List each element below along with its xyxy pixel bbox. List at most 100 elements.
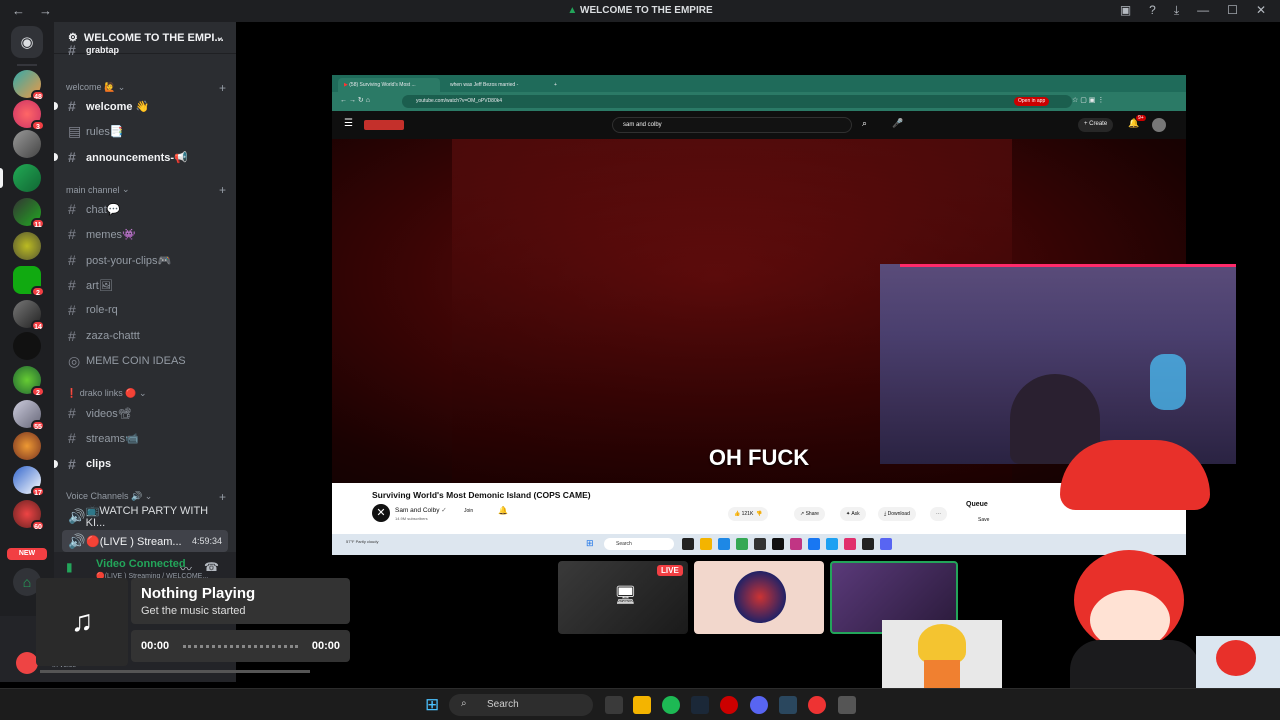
channel-avatar[interactable]: ✕: [372, 504, 390, 522]
channel-name[interactable]: Sam and Colby ✓: [395, 506, 447, 514]
channel-memes[interactable]: # memes👾: [62, 223, 228, 245]
microphone-icon: [1150, 354, 1186, 410]
join-button[interactable]: Join: [464, 508, 473, 514]
channel-streams[interactable]: # streams📹: [62, 427, 228, 449]
add-channel-icon[interactable]: +: [219, 183, 226, 197]
queue-label[interactable]: Queue: [966, 501, 988, 508]
disconnect-icon[interactable]: ☎: [204, 560, 219, 574]
progress-track[interactable]: [183, 645, 298, 648]
create-button[interactable]: + Create: [1078, 118, 1114, 132]
task-view-icon[interactable]: [605, 696, 623, 714]
browser-tab-search[interactable]: when was Jeff Bezos married -: [444, 78, 544, 92]
notification-count: 9+: [1136, 115, 1146, 121]
more-actions-button[interactable]: ⋯: [930, 507, 947, 521]
steam-icon[interactable]: [779, 696, 797, 714]
now-playing-subtitle: Get the music started: [141, 605, 246, 617]
server-icon[interactable]: [13, 130, 41, 158]
volume-bar: [40, 670, 310, 673]
server-icon[interactable]: [13, 432, 41, 460]
server-icon[interactable]: 2: [13, 266, 45, 297]
server-icon[interactable]: 3: [13, 100, 45, 131]
stream-thumbnail[interactable]: [694, 561, 824, 634]
channel-chat[interactable]: # chat💬: [62, 198, 228, 220]
channel-announcements[interactable]: # announcements-📢: [62, 146, 228, 168]
help-icon[interactable]: ?: [1149, 3, 1156, 18]
bell-icon[interactable]: 🔔: [498, 506, 508, 515]
save-button[interactable]: Save: [978, 517, 989, 523]
chrome-icon[interactable]: [808, 696, 826, 714]
channel-welcome[interactable]: # welcome 👋: [62, 95, 228, 117]
url-input[interactable]: youtube.com/watch?v=OM_oPVD80k4: [402, 95, 1072, 108]
server-icon[interactable]: 2: [13, 366, 45, 397]
add-channel-icon[interactable]: +: [219, 81, 226, 95]
microphone-icon[interactable]: 🎤: [892, 118, 903, 129]
steam-icon[interactable]: [691, 696, 709, 714]
speaker-icon: 🔊: [68, 507, 86, 524]
hash-icon: #: [68, 328, 76, 344]
channel-clips[interactable]: # clips: [62, 453, 228, 475]
voice-channel-live-stream[interactable]: 🔊 🔴(LIVE ) Stream... 4:59:34: [62, 530, 228, 552]
server-icon[interactable]: 60: [13, 500, 45, 531]
file-explorer-icon[interactable]: [633, 696, 651, 714]
server-icon[interactable]: 14: [13, 300, 45, 331]
app-icon[interactable]: [838, 696, 856, 714]
taskbar-search[interactable]: ⌕ Search: [449, 694, 593, 716]
channel-meme-coin-ideas[interactable]: ◎ MEME COIN IDEAS: [62, 350, 228, 372]
signal-icon: ▮: [66, 560, 73, 574]
close-button[interactable]: ✕: [1256, 3, 1266, 18]
discord-home-icon[interactable]: ◉: [11, 26, 43, 58]
inbox-icon[interactable]: ▣: [1120, 3, 1131, 18]
download-button[interactable]: ⤓ Download: [878, 507, 916, 521]
address-bar-row: ← → ↻ ⌂ youtube.com/watch?v=OM_oPVD80k4 …: [332, 92, 1186, 111]
voice-channel-watch-party[interactable]: 🔊 📺WATCH PARTY WITH KI...: [62, 505, 228, 529]
download-icon[interactable]: ⤓: [1174, 3, 1179, 18]
category-main[interactable]: main channel ⌄ +: [66, 183, 226, 197]
minimize-button[interactable]: —: [1197, 3, 1209, 18]
noise-suppression-icon[interactable]: 〰: [180, 560, 192, 577]
channel-post-your-clips[interactable]: # post-your-clips🎮: [62, 249, 228, 271]
opera-icon[interactable]: [720, 696, 738, 714]
category-drako-links[interactable]: ❗ drako links 🔴 ⌄: [66, 388, 226, 399]
ask-button[interactable]: ✦ Ask: [840, 507, 866, 521]
discord-icon[interactable]: [750, 696, 768, 714]
menu-icon[interactable]: ☰: [344, 118, 353, 129]
server-icon[interactable]: [13, 164, 41, 192]
add-channel-icon[interactable]: +: [219, 490, 226, 504]
avatar[interactable]: [1152, 118, 1166, 132]
browser-tab-youtube[interactable]: ▶ (58) Surviving World's Most ...: [338, 78, 440, 92]
maximize-button[interactable]: ☐: [1227, 3, 1238, 18]
youtube-logo[interactable]: [364, 120, 404, 130]
windows-start-icon[interactable]: ⊞: [586, 538, 594, 549]
channel-rules[interactable]: ▤ rules📑: [62, 120, 228, 142]
search-icon[interactable]: ⌕: [862, 118, 867, 129]
avatar[interactable]: [16, 652, 38, 674]
server-icon[interactable]: [13, 232, 41, 260]
channel-zaza-chattt[interactable]: # zaza-chattt: [62, 325, 228, 347]
inner-search[interactable]: Search: [604, 538, 674, 550]
spotify-icon[interactable]: [662, 696, 680, 714]
inner-app-icons: [682, 538, 932, 550]
share-button[interactable]: ↗ Share: [794, 507, 825, 521]
windows-start-icon[interactable]: ⊞: [425, 695, 439, 715]
server-icon[interactable]: 48: [13, 70, 45, 101]
channel-art[interactable]: # art🖼: [62, 274, 228, 296]
channel-videos[interactable]: # videos📽: [62, 402, 228, 424]
weather-widget[interactable]: 57°F Partly cloudy: [346, 539, 406, 544]
open-in-app-button[interactable]: Open in app: [1014, 97, 1050, 106]
channel-grabtap[interactable]: # grabtap: [62, 42, 228, 58]
category-welcome[interactable]: welcome 🙋 ⌄ +: [66, 81, 226, 95]
new-tab-button[interactable]: +: [548, 78, 560, 92]
server-icon[interactable]: 11: [13, 198, 45, 229]
server-icon[interactable]: 17: [13, 466, 45, 497]
channel-role-rq[interactable]: # role-rq: [62, 299, 228, 321]
screen-share-icon: 🖥: [614, 585, 637, 605]
server-icon[interactable]: 55: [13, 400, 45, 431]
music-note-icon: ♫: [36, 578, 128, 666]
browser-nav-icons[interactable]: ← → ↻ ⌂: [340, 96, 370, 104]
youtube-search-input[interactable]: sam and colby: [612, 117, 852, 133]
server-icon[interactable]: [13, 332, 41, 360]
category-voice-channels[interactable]: Voice Channels 🔊 ⌄ +: [66, 490, 226, 504]
browser-toolbar-icons[interactable]: ☆ ▢ ▣ ⋮: [1072, 96, 1104, 104]
voice-status[interactable]: Video Connected: [96, 558, 186, 570]
like-button[interactable]: 👍 121K 👎: [728, 507, 769, 521]
